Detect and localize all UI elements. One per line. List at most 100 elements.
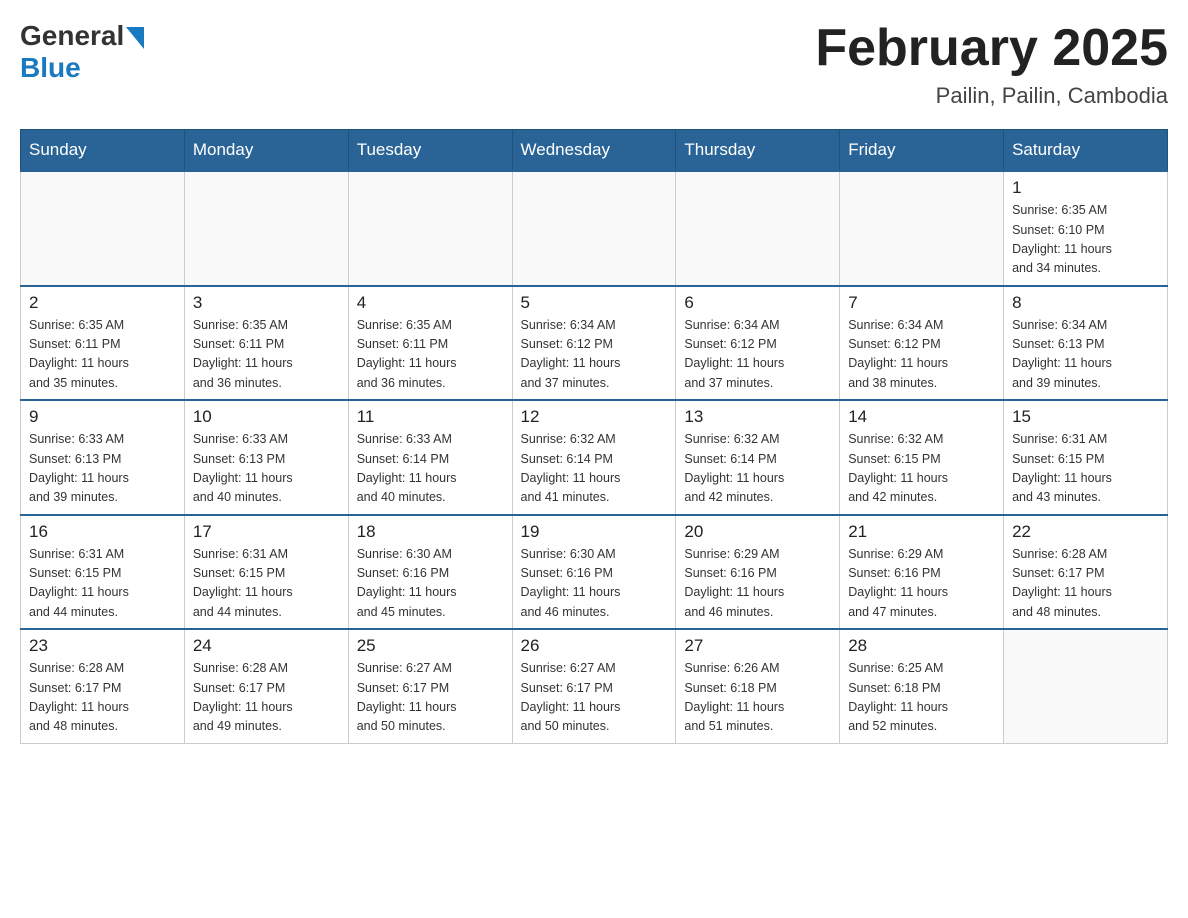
day-number: 26 — [521, 636, 668, 656]
day-number: 21 — [848, 522, 995, 542]
calendar-day-cell: 20 Sunrise: 6:29 AM Sunset: 6:16 PM Dayli… — [676, 515, 840, 630]
calendar-week-row: 9 Sunrise: 6:33 AM Sunset: 6:13 PM Daylig… — [21, 400, 1168, 515]
calendar-day-cell — [348, 171, 512, 286]
calendar-day-cell: 7 Sunrise: 6:34 AM Sunset: 6:12 PM Daylig… — [840, 286, 1004, 401]
day-number: 1 — [1012, 178, 1159, 198]
day-number: 6 — [684, 293, 831, 313]
day-number: 8 — [1012, 293, 1159, 313]
calendar-day-header: Friday — [840, 130, 1004, 172]
day-number: 24 — [193, 636, 340, 656]
day-number: 14 — [848, 407, 995, 427]
calendar-day-cell: 17Sunrise: 6:31 AM Sunset: 6:15 PM Dayli… — [184, 515, 348, 630]
day-info: Sunrise: 6:29 AM Sunset: 6:16 PM Dayligh… — [848, 547, 948, 619]
calendar-day-cell: 3 Sunrise: 6:35 AM Sunset: 6:11 PM Daylig… — [184, 286, 348, 401]
calendar-day-cell: 25Sunrise: 6:27 AM Sunset: 6:17 PM Dayli… — [348, 629, 512, 743]
day-info: Sunrise: 6:34 AM Sunset: 6:12 PM Dayligh… — [848, 318, 948, 390]
calendar-day-cell: 6 Sunrise: 6:34 AM Sunset: 6:12 PM Daylig… — [676, 286, 840, 401]
day-number: 19 — [521, 522, 668, 542]
day-number: 11 — [357, 407, 504, 427]
calendar-table: SundayMondayTuesdayWednesdayThursdayFrid… — [20, 129, 1168, 744]
day-info: Sunrise: 6:33 AM Sunset: 6:14 PM Dayligh… — [357, 432, 457, 504]
calendar-day-cell: 21 Sunrise: 6:29 AM Sunset: 6:16 PM Dayli… — [840, 515, 1004, 630]
calendar-day-cell: 11 Sunrise: 6:33 AM Sunset: 6:14 PM Dayli… — [348, 400, 512, 515]
calendar-day-cell: 26 Sunrise: 6:27 AM Sunset: 6:17 PM Dayli… — [512, 629, 676, 743]
day-number: 9 — [29, 407, 176, 427]
day-number: 10 — [193, 407, 340, 427]
day-info: Sunrise: 6:34 AM Sunset: 6:12 PM Dayligh… — [684, 318, 784, 390]
day-info: Sunrise: 6:35 AM Sunset: 6:11 PM Dayligh… — [357, 318, 457, 390]
day-number: 27 — [684, 636, 831, 656]
day-info: Sunrise: 6:25 AM Sunset: 6:18 PM Dayligh… — [848, 661, 948, 733]
calendar-day-header: Saturday — [1004, 130, 1168, 172]
calendar-day-cell: 16Sunrise: 6:31 AM Sunset: 6:15 PM Dayli… — [21, 515, 185, 630]
calendar-day-cell: 19 Sunrise: 6:30 AM Sunset: 6:16 PM Dayli… — [512, 515, 676, 630]
calendar-day-cell: 13 Sunrise: 6:32 AM Sunset: 6:14 PM Dayli… — [676, 400, 840, 515]
day-info: Sunrise: 6:32 AM Sunset: 6:14 PM Dayligh… — [521, 432, 621, 504]
month-title: February 2025 — [815, 20, 1168, 77]
calendar-day-cell: 8 Sunrise: 6:34 AM Sunset: 6:13 PM Daylig… — [1004, 286, 1168, 401]
day-number: 4 — [357, 293, 504, 313]
logo-general-text: General — [20, 20, 124, 52]
calendar-week-row: 23 Sunrise: 6:28 AM Sunset: 6:17 PM Dayli… — [21, 629, 1168, 743]
calendar-day-cell: 10 Sunrise: 6:33 AM Sunset: 6:13 PM Dayli… — [184, 400, 348, 515]
day-number: 7 — [848, 293, 995, 313]
calendar-day-cell: 22Sunrise: 6:28 AM Sunset: 6:17 PM Dayli… — [1004, 515, 1168, 630]
day-info: Sunrise: 6:31 AM Sunset: 6:15 PM Dayligh… — [1012, 432, 1112, 504]
day-info: Sunrise: 6:33 AM Sunset: 6:13 PM Dayligh… — [29, 432, 129, 504]
calendar-day-cell: 1 Sunrise: 6:35 AM Sunset: 6:10 PM Daylig… — [1004, 171, 1168, 286]
location-text: Pailin, Pailin, Cambodia — [815, 83, 1168, 109]
calendar-day-header: Wednesday — [512, 130, 676, 172]
calendar-day-cell — [184, 171, 348, 286]
day-info: Sunrise: 6:26 AM Sunset: 6:18 PM Dayligh… — [684, 661, 784, 733]
calendar-day-cell: 23 Sunrise: 6:28 AM Sunset: 6:17 PM Dayli… — [21, 629, 185, 743]
title-block: February 2025 Pailin, Pailin, Cambodia — [815, 20, 1168, 109]
day-number: 20 — [684, 522, 831, 542]
calendar-day-cell — [21, 171, 185, 286]
day-number: 15 — [1012, 407, 1159, 427]
calendar-day-cell: 18Sunrise: 6:30 AM Sunset: 6:16 PM Dayli… — [348, 515, 512, 630]
day-info: Sunrise: 6:32 AM Sunset: 6:15 PM Dayligh… — [848, 432, 948, 504]
calendar-day-cell: 5 Sunrise: 6:34 AM Sunset: 6:12 PM Daylig… — [512, 286, 676, 401]
calendar-day-cell: 9 Sunrise: 6:33 AM Sunset: 6:13 PM Daylig… — [21, 400, 185, 515]
calendar-day-cell: 4 Sunrise: 6:35 AM Sunset: 6:11 PM Daylig… — [348, 286, 512, 401]
calendar-day-cell: 24Sunrise: 6:28 AM Sunset: 6:17 PM Dayli… — [184, 629, 348, 743]
calendar-day-cell: 12Sunrise: 6:32 AM Sunset: 6:14 PM Dayli… — [512, 400, 676, 515]
day-number: 13 — [684, 407, 831, 427]
calendar-day-header: Sunday — [21, 130, 185, 172]
day-number: 25 — [357, 636, 504, 656]
day-number: 2 — [29, 293, 176, 313]
day-info: Sunrise: 6:30 AM Sunset: 6:16 PM Dayligh… — [357, 547, 457, 619]
day-info: Sunrise: 6:35 AM Sunset: 6:11 PM Dayligh… — [29, 318, 129, 390]
day-info: Sunrise: 6:28 AM Sunset: 6:17 PM Dayligh… — [29, 661, 129, 733]
day-number: 23 — [29, 636, 176, 656]
calendar-day-cell — [1004, 629, 1168, 743]
calendar-header-row: SundayMondayTuesdayWednesdayThursdayFrid… — [21, 130, 1168, 172]
calendar-week-row: 16Sunrise: 6:31 AM Sunset: 6:15 PM Dayli… — [21, 515, 1168, 630]
day-info: Sunrise: 6:35 AM Sunset: 6:10 PM Dayligh… — [1012, 203, 1112, 275]
calendar-day-cell — [676, 171, 840, 286]
calendar-day-header: Tuesday — [348, 130, 512, 172]
calendar-day-cell — [512, 171, 676, 286]
logo-blue-text: Blue — [20, 52, 81, 84]
day-info: Sunrise: 6:32 AM Sunset: 6:14 PM Dayligh… — [684, 432, 784, 504]
day-number: 28 — [848, 636, 995, 656]
logo: General Blue — [20, 20, 144, 84]
day-info: Sunrise: 6:34 AM Sunset: 6:12 PM Dayligh… — [521, 318, 621, 390]
day-info: Sunrise: 6:29 AM Sunset: 6:16 PM Dayligh… — [684, 547, 784, 619]
day-number: 17 — [193, 522, 340, 542]
day-number: 5 — [521, 293, 668, 313]
calendar-week-row: 1 Sunrise: 6:35 AM Sunset: 6:10 PM Daylig… — [21, 171, 1168, 286]
calendar-day-cell: 2 Sunrise: 6:35 AM Sunset: 6:11 PM Daylig… — [21, 286, 185, 401]
day-number: 3 — [193, 293, 340, 313]
calendar-day-cell: 28 Sunrise: 6:25 AM Sunset: 6:18 PM Dayli… — [840, 629, 1004, 743]
calendar-week-row: 2 Sunrise: 6:35 AM Sunset: 6:11 PM Daylig… — [21, 286, 1168, 401]
day-info: Sunrise: 6:35 AM Sunset: 6:11 PM Dayligh… — [193, 318, 293, 390]
logo-triangle-icon — [126, 27, 144, 49]
day-info: Sunrise: 6:30 AM Sunset: 6:16 PM Dayligh… — [521, 547, 621, 619]
day-info: Sunrise: 6:33 AM Sunset: 6:13 PM Dayligh… — [193, 432, 293, 504]
day-info: Sunrise: 6:34 AM Sunset: 6:13 PM Dayligh… — [1012, 318, 1112, 390]
day-number: 16 — [29, 522, 176, 542]
calendar-day-header: Monday — [184, 130, 348, 172]
day-info: Sunrise: 6:27 AM Sunset: 6:17 PM Dayligh… — [521, 661, 621, 733]
calendar-day-cell: 15 Sunrise: 6:31 AM Sunset: 6:15 PM Dayli… — [1004, 400, 1168, 515]
